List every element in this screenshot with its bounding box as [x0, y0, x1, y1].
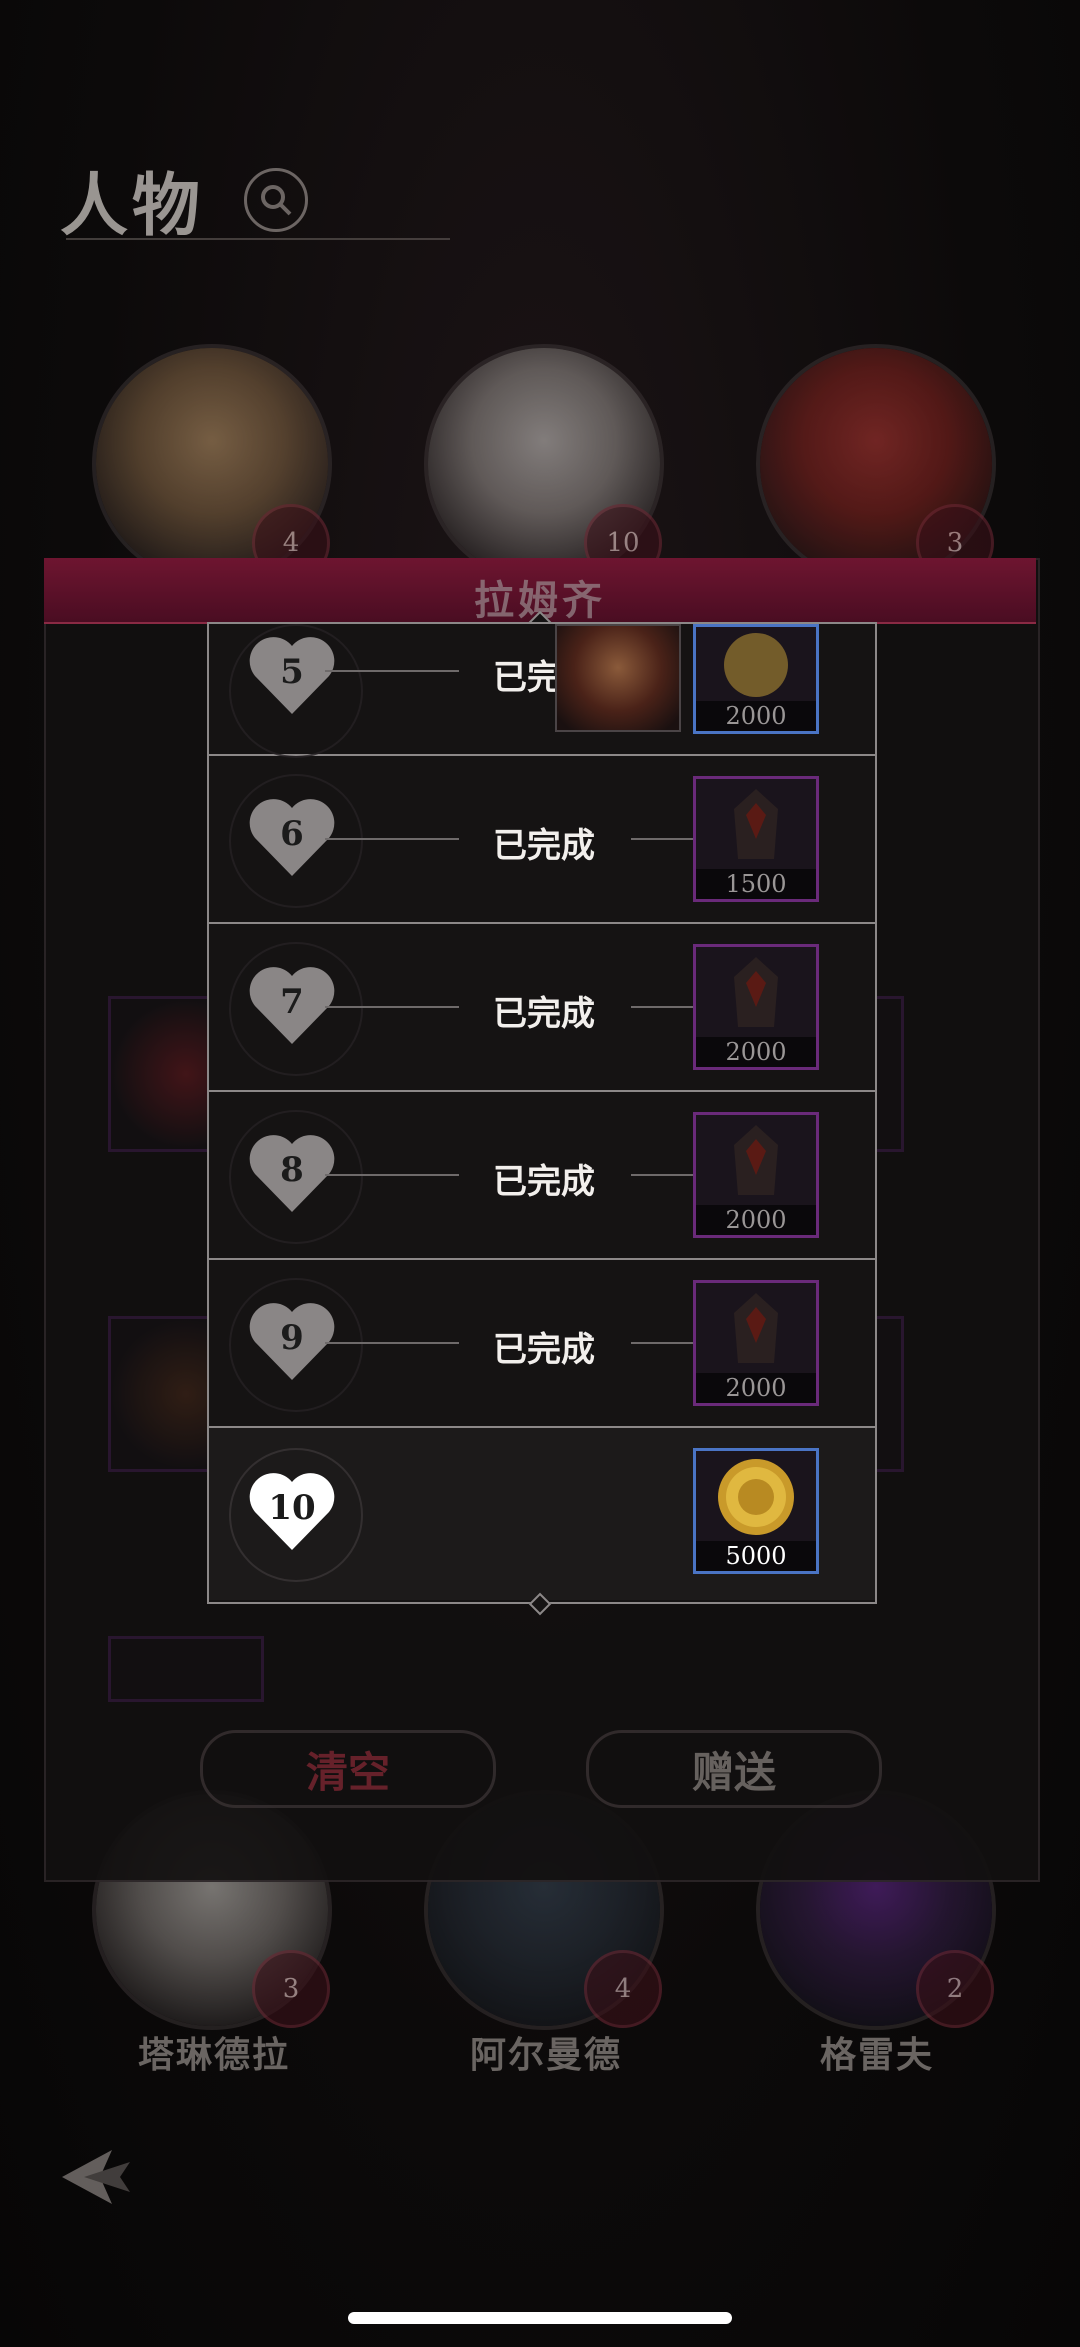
dim-layer	[0, 0, 1080, 2347]
back-arrow-icon	[62, 2150, 130, 2204]
back-button[interactable]	[56, 2142, 136, 2212]
home-indicator[interactable]	[348, 2312, 732, 2324]
